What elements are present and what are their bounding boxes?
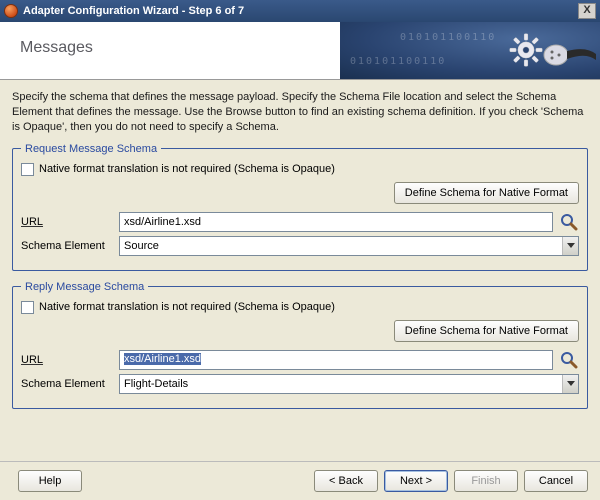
chevron-down-icon [562, 375, 578, 393]
chevron-down-icon [562, 237, 578, 255]
titlebar: Adapter Configuration Wizard - Step 6 of… [0, 0, 600, 22]
reply-define-schema-button[interactable]: Define Schema for Native Format [394, 320, 579, 342]
request-opaque-checkbox[interactable] [21, 163, 34, 176]
request-legend: Request Message Schema [21, 143, 161, 155]
request-browse-button[interactable] [559, 212, 579, 232]
app-icon [4, 4, 18, 18]
binary-deco: 010101100110 [350, 56, 446, 67]
banner: Messages 010101100110 010101100110 [0, 22, 600, 80]
request-element-select[interactable]: Source [119, 236, 579, 256]
request-element-label: Schema Element [21, 240, 113, 252]
reply-element-value: Flight-Details [124, 378, 188, 390]
reply-opaque-label: Native format translation is not require… [39, 301, 335, 313]
content-area: Specify the schema that defines the mess… [0, 80, 600, 427]
reply-element-label: Schema Element [21, 378, 113, 390]
request-element-value: Source [124, 240, 159, 252]
magnifier-icon [560, 351, 578, 369]
reply-url-input[interactable]: xsd/Airline1.xsd [119, 350, 553, 370]
request-define-schema-button[interactable]: Define Schema for Native Format [394, 182, 579, 204]
reply-legend: Reply Message Schema [21, 281, 148, 293]
intro-text: Specify the schema that defines the mess… [12, 90, 588, 135]
banner-art: 010101100110 010101100110 [340, 22, 600, 79]
request-url-label: URL [21, 216, 113, 228]
finish-button: Finish [454, 470, 518, 492]
gear-icon [508, 32, 544, 68]
magnifier-icon [560, 213, 578, 231]
reply-element-select[interactable]: Flight-Details [119, 374, 579, 394]
window-title: Adapter Configuration Wizard - Step 6 of… [23, 5, 578, 17]
binary-deco: 010101100110 [400, 32, 496, 43]
page-heading: Messages [20, 39, 93, 57]
back-button[interactable]: < Back [314, 470, 378, 492]
request-opaque-label: Native format translation is not require… [39, 163, 335, 175]
close-button[interactable]: X [578, 3, 596, 19]
cancel-button[interactable]: Cancel [524, 470, 588, 492]
reply-browse-button[interactable] [559, 350, 579, 370]
help-button[interactable]: Help [18, 470, 82, 492]
wizard-footer: Help < Back Next > Finish Cancel [0, 461, 600, 500]
request-schema-group: Request Message Schema Native format tra… [12, 143, 588, 271]
reply-opaque-checkbox[interactable] [21, 301, 34, 314]
request-url-input[interactable] [119, 212, 553, 232]
reply-url-label: URL [21, 354, 113, 366]
reply-schema-group: Reply Message Schema Native format trans… [12, 281, 588, 409]
next-button[interactable]: Next > [384, 470, 448, 492]
plug-icon [542, 40, 596, 70]
